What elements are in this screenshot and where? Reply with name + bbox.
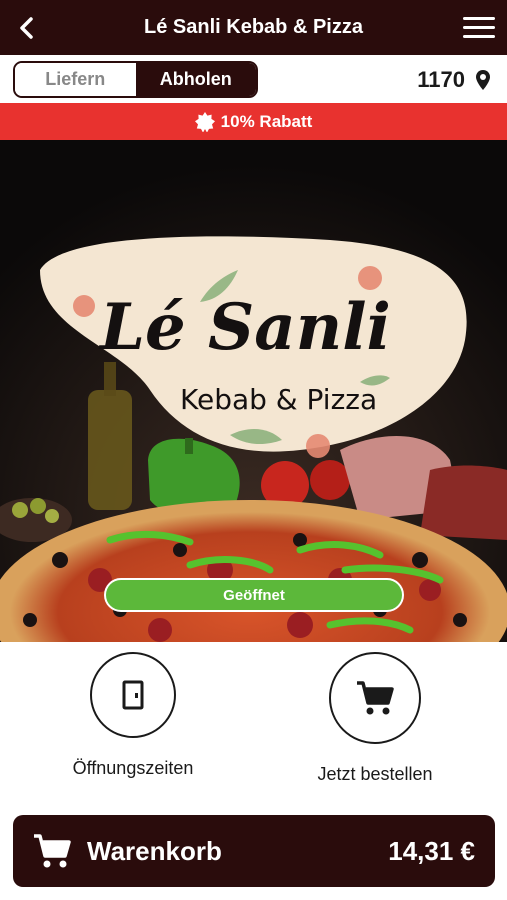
cart-total: 14,31 € [388, 835, 475, 866]
map-pin-icon [476, 69, 490, 90]
order-mode-bar: Liefern Abholen 1170 [0, 55, 507, 103]
delivery-mode-toggle: Liefern Abholen [13, 61, 258, 98]
postcode-label: 1170 [417, 66, 465, 92]
cart-label: Warenkorb [87, 835, 222, 866]
mode-option-pickup[interactable]: Abholen [135, 63, 256, 96]
cart-bar[interactable]: Warenkorb 14,31 € [13, 815, 495, 887]
restaurant-hero: Lé Sanli Kebab & Pizza Geöffnet [0, 140, 507, 642]
cart-icon [357, 681, 394, 715]
hamburger-menu-icon [463, 17, 495, 20]
cart-icon [34, 834, 71, 868]
logo-subtitle: Kebab & Pizza [180, 383, 378, 416]
top-app-bar: Lé Sanli Kebab & Pizza [0, 0, 507, 55]
open-status-button[interactable]: Geöffnet [104, 578, 404, 612]
mode-option-delivery[interactable]: Liefern [15, 63, 136, 96]
chevron-left-icon [20, 17, 33, 39]
opening-hours-label: Öffnungszeiten [72, 758, 194, 778]
opening-hours-button[interactable] [90, 652, 176, 738]
badge-icon [194, 111, 215, 132]
discount-text: 10% Rabatt [220, 111, 313, 131]
page-title: Lé Sanli Kebab & Pizza [144, 16, 363, 38]
location-selector[interactable]: 1170 [417, 61, 491, 98]
back-button[interactable] [12, 14, 42, 42]
discount-banner: 10% Rabatt [0, 103, 507, 140]
logo-title: Lé Sanli [100, 290, 391, 365]
order-now-button[interactable] [329, 652, 421, 744]
door-icon [122, 680, 144, 710]
order-now-action[interactable]: Jetzt bestellen [275, 652, 475, 785]
opening-hours-action[interactable]: Öffnungszeiten [33, 652, 233, 779]
order-now-label: Jetzt bestellen [317, 764, 433, 784]
menu-button[interactable] [461, 14, 497, 42]
